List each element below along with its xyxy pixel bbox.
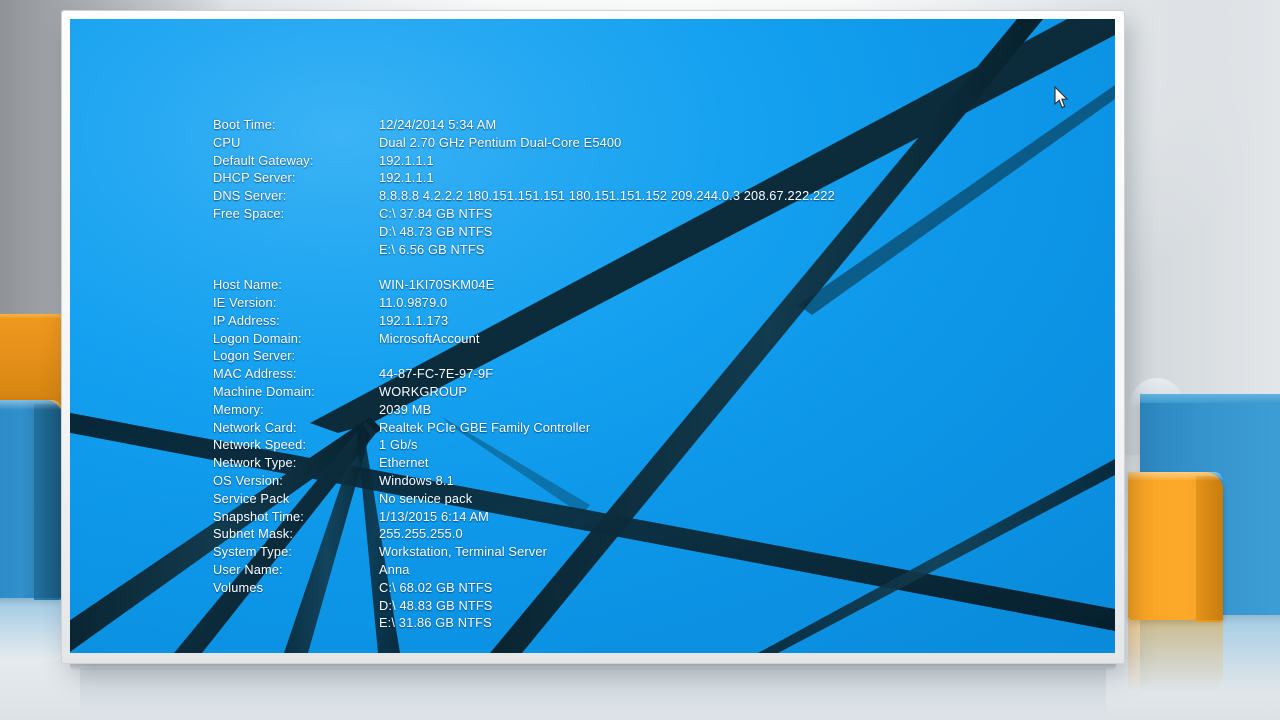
bginfo-row-value: Workstation, Terminal Server (379, 544, 548, 560)
bginfo-row: D:\ 48.73 GB NTFS (213, 223, 835, 241)
decorative-block-blue-left-side (34, 404, 62, 600)
bginfo-row-label (213, 223, 379, 241)
bginfo-row-value: 192.1.1.1 (379, 152, 434, 168)
bginfo-row: Network Speed: 1 Gb/s (213, 436, 835, 454)
bginfo-row-label: DNS Server: (213, 188, 287, 204)
bginfo-row-label: Free Space: (213, 205, 285, 221)
bginfo-row: DHCP Server: 192.1.1.1 (213, 169, 835, 187)
bginfo-row: IP Address: 192.1.1.173 (213, 312, 835, 330)
bginfo-row: Default Gateway: 192.1.1.1 (213, 152, 835, 170)
bginfo-row: E:\ 31.86 GB NTFS (213, 614, 835, 632)
bginfo-row-value: 8.8.8.8 4.2.2.2 180.151.151.151 180.151.… (379, 188, 835, 204)
bginfo-row-label: Network Speed: (213, 437, 307, 453)
bginfo-row-value: Anna (379, 561, 410, 577)
bginfo-row-value: D:\ 48.83 GB NTFS (379, 597, 493, 613)
bginfo-row-label: Network Type: (213, 455, 297, 471)
bginfo-row-label: Logon Server: (213, 348, 296, 364)
bginfo-row-label: CPU (213, 134, 241, 150)
bginfo-row-label: DHCP Server: (213, 170, 296, 186)
monitor-bezel: Boot Time: 12/24/2014 5:34 AM CPU Dual 2.70… (62, 11, 1124, 663)
decorative-block-blue-left-reflection (0, 598, 62, 660)
decorative-block-orange-left (0, 318, 65, 410)
bginfo-row-value: WORKGROUP (379, 383, 468, 399)
bginfo-row-label: Network Card: (213, 419, 297, 435)
bginfo-row: CPU Dual 2.70 GHz Pentium Dual-Core E5400 (213, 134, 835, 152)
bginfo-row-value: No service pack (379, 490, 473, 506)
decorative-block-orange-right-reflection (1128, 620, 1223, 692)
bginfo-row-value: Dual 2.70 GHz Pentium Dual-Core E5400 (379, 134, 622, 150)
bginfo-row-value: E:\ 6.56 GB NTFS (379, 241, 485, 257)
bginfo-row: Memory: 2039 MB (213, 401, 835, 419)
bginfo-row-label: User Name: (213, 561, 283, 577)
bginfo-row: Service Pack No service pack (213, 490, 835, 508)
bginfo-row-value: 2039 MB (379, 401, 432, 417)
bginfo-row-value: D:\ 48.73 GB NTFS (379, 223, 493, 239)
bginfo-row-label: IP Address: (213, 312, 280, 328)
bginfo-row: Network Type: Ethernet (213, 454, 835, 472)
bginfo-row-label (213, 597, 379, 615)
decorative-block-blue-left-highlight (0, 400, 62, 410)
bginfo-row: Boot Time: 12/24/2014 5:34 AM (213, 116, 835, 134)
bginfo-row: DNS Server: 8.8.8.8 4.2.2.2 180.151.151.1… (213, 187, 835, 205)
bginfo-row-label: Volumes (213, 579, 264, 595)
bginfo-row-label: Default Gateway: (213, 152, 314, 168)
bginfo-row-label: Snapshot Time: (213, 508, 305, 524)
bginfo-row-value: 255.255.255.0 (379, 526, 463, 542)
bginfo-row-label: MAC Address: (213, 366, 297, 382)
bginfo-row-label: Logon Domain: (213, 330, 302, 346)
bginfo-row-value: 1 Gb/s (379, 437, 418, 453)
bginfo-row-value: 11.0.9879.0 (379, 294, 448, 310)
bginfo-row-value: 192.1.1.173 (379, 312, 449, 328)
bginfo-row: Host Name: WIN-1KI70SKM04E (213, 276, 835, 294)
bginfo-row-label: IE Version: (213, 294, 277, 310)
decorative-block-orange-right-highlight (1128, 472, 1223, 481)
bginfo-row-value: Windows 8.1 (379, 472, 454, 488)
studio-scene: Boot Time: 12/24/2014 5:34 AM CPU Dual 2.70… (0, 0, 1280, 720)
bginfo-row: Free Space: C:\ 37.84 GB NTFS (213, 205, 835, 223)
bginfo-row: IE Version: 11.0.9879.0 (213, 294, 835, 312)
bginfo-row: D:\ 48.83 GB NTFS (213, 597, 835, 615)
bginfo-row-value: WIN-1KI70SKM04E (379, 277, 495, 293)
bginfo-row-label: Machine Domain: (213, 383, 315, 399)
bginfo-row-value: Realtek PCIe GBE Family Controller (379, 419, 591, 435)
bginfo-row-value: C:\ 37.84 GB NTFS (379, 205, 493, 221)
bginfo-overlay: Boot Time: 12/24/2014 5:34 AM CPU Dual 2.70… (213, 116, 835, 632)
bginfo-row-value: MicrosoftAccount (379, 330, 480, 346)
bginfo-row-value: E:\ 31.86 GB NTFS (379, 615, 492, 631)
bginfo-row: Logon Server: (213, 347, 835, 365)
bginfo-row-value: Ethernet (379, 455, 429, 471)
decorative-block-blue-right-top (1140, 394, 1280, 403)
bginfo-row: Volumes C:\ 68.02 GB NTFS (213, 579, 835, 597)
bginfo-row: Logon Domain: MicrosoftAccount (213, 330, 835, 348)
bginfo-row: OS Version: Windows 8.1 (213, 472, 835, 490)
monitor-reflection (80, 668, 1106, 716)
bginfo-row-label: System Type: (213, 544, 293, 560)
bginfo-row-label: OS Version: (213, 472, 283, 488)
bginfo-row-label: Service Pack (213, 490, 290, 506)
bginfo-row: Machine Domain: WORKGROUP (213, 383, 835, 401)
bginfo-row: MAC Address: 44-87-FC-7E-97-9F (213, 365, 835, 383)
bginfo-row-label: Boot Time: (213, 117, 276, 132)
bginfo-row-label (213, 614, 379, 632)
mouse-pointer-icon (1054, 86, 1069, 109)
bginfo-row-value: 192.1.1.1 (379, 170, 434, 186)
bginfo-row: E:\ 6.56 GB NTFS (213, 241, 835, 259)
bginfo-row-spacer (213, 258, 835, 276)
bginfo-row-label: Subnet Mask: (213, 526, 294, 542)
bginfo-row: System Type: Workstation, Terminal Server (213, 543, 835, 561)
bginfo-row: Snapshot Time: 1/13/2015 6:14 AM (213, 508, 835, 526)
bginfo-row-value: C:\ 68.02 GB NTFS (379, 579, 493, 595)
decorative-block-orange-right-side (1196, 476, 1223, 622)
backdrop-right-shading (1100, 0, 1280, 455)
bginfo-row: Network Card: Realtek PCIe GBE Family Con… (213, 419, 835, 437)
bginfo-row-label: Memory: (213, 401, 264, 417)
bginfo-row: Subnet Mask: 255.255.255.0 (213, 525, 835, 543)
bginfo-row-value: 12/24/2014 5:34 AM (379, 117, 497, 132)
bginfo-row-label (213, 241, 379, 259)
bginfo-row-value: 44-87-FC-7E-97-9F (379, 366, 494, 382)
bginfo-row-label: Host Name: (213, 277, 283, 293)
windows-desktop[interactable]: Boot Time: 12/24/2014 5:34 AM CPU Dual 2.70… (70, 19, 1115, 653)
bginfo-row: User Name: Anna (213, 561, 835, 579)
bginfo-row-value: 1/13/2015 6:14 AM (379, 508, 489, 524)
